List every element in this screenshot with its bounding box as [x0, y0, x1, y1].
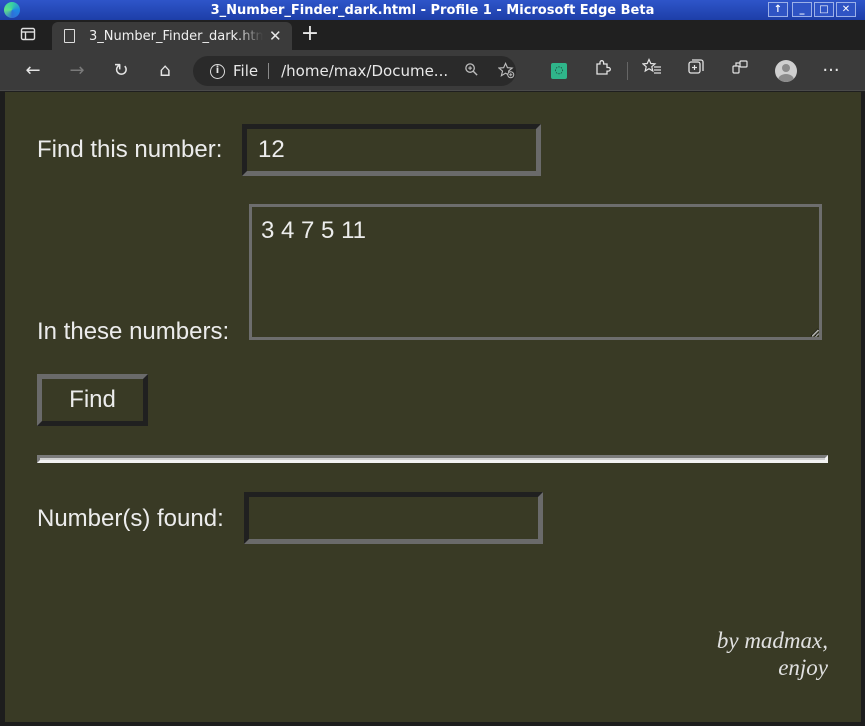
sidebar-icon[interactable] [14, 26, 42, 46]
navigation-bar: ← → ↻ ⌂ i File /home/max/Docume... ◌ ··· [0, 50, 865, 91]
forward-button[interactable]: → [64, 58, 90, 84]
window-bottom-edge [0, 722, 865, 726]
new-tab-button[interactable]: + [298, 23, 322, 46]
credit-line-1: by madmax, [716, 628, 828, 653]
favorites-icon[interactable] [639, 58, 665, 84]
tab-strip: 3_Number_Finder_dark.html ✕ + [0, 20, 865, 50]
scheme-label: File [233, 62, 259, 80]
find-number-label: Find this number: [37, 136, 223, 163]
profile-icon[interactable] [775, 60, 797, 82]
find-button[interactable]: Find [37, 374, 148, 426]
refresh-button[interactable]: ↻ [108, 58, 134, 84]
minimize-button[interactable]: _ [792, 2, 812, 17]
document-icon [64, 29, 75, 43]
performance-icon[interactable] [727, 58, 753, 84]
author-credit: by madmax, enjoy [717, 627, 828, 681]
window-right-edge [861, 92, 865, 726]
extension-green-icon[interactable]: ◌ [551, 63, 567, 79]
tab-title: 3_Number_Finder_dark.html [89, 28, 263, 44]
window-left-edge [0, 92, 5, 726]
address-bar[interactable]: i File /home/max/Docume... [193, 56, 516, 86]
resize-handle-icon[interactable] [811, 329, 819, 337]
pin-window-button[interactable]: ↑ [768, 2, 788, 17]
numbers-textarea-wrap: 3 4 7 5 11 [249, 204, 822, 340]
credit-line-2: enjoy [778, 655, 828, 680]
find-number-input[interactable] [242, 124, 541, 176]
page-content: Find this number: In these numbers: 3 4 … [5, 92, 861, 722]
toolbar-separator [627, 62, 628, 80]
tab-number-finder[interactable]: 3_Number_Finder_dark.html ✕ [52, 22, 292, 50]
more-icon[interactable]: ··· [818, 58, 844, 84]
puzzle-icon[interactable] [590, 58, 616, 84]
window-titlebar: 3_Number_Finder_dark.html - Profile 1 - … [0, 0, 865, 20]
info-icon[interactable]: i [210, 63, 225, 79]
window-title: 3_Number_Finder_dark.html - Profile 1 - … [210, 2, 655, 18]
maximize-button[interactable]: □ [814, 2, 834, 17]
found-label: Number(s) found: [37, 505, 224, 532]
tab-close-button[interactable]: ✕ [269, 27, 282, 45]
collections-icon[interactable] [683, 58, 709, 84]
zoom-icon[interactable] [464, 62, 479, 81]
home-button[interactable]: ⌂ [152, 58, 178, 84]
back-button[interactable]: ← [20, 58, 46, 84]
horizontal-divider [37, 455, 828, 463]
add-favorite-icon[interactable] [497, 62, 515, 83]
edge-logo-icon [4, 2, 20, 18]
numbers-list-label: In these numbers: [37, 318, 230, 345]
found-output[interactable] [244, 492, 543, 544]
address-separator [268, 63, 270, 79]
close-window-button[interactable]: ✕ [836, 2, 856, 17]
numbers-textarea[interactable]: 3 4 7 5 11 [249, 204, 822, 340]
url-text[interactable]: /home/max/Docume... [281, 62, 448, 80]
